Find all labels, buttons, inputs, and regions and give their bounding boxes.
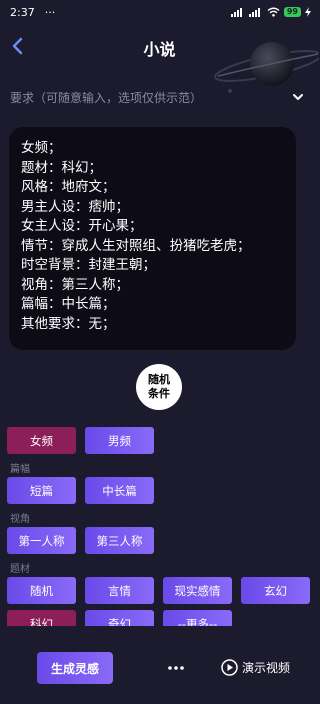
signal-icon-2 [248, 7, 260, 17]
header: 小说 [0, 24, 319, 93]
prompt-line-perspective: 视角：第三人称； [21, 276, 129, 293]
chip-third-person[interactable]: 第三人称 [85, 527, 154, 554]
random-label-line1: 随机 [148, 373, 170, 386]
signal-icon [230, 7, 242, 17]
section-label-theme: 题材 [10, 564, 30, 575]
battery-indicator: 99 [283, 7, 301, 17]
prompt-line-plot: 情节：穿成人生对照组、扮猪吃老虎； [21, 237, 251, 254]
chip-fantasy-xuanhuan[interactable]: 玄幻 [241, 577, 310, 604]
demo-video-label: 演示视频 [242, 660, 291, 675]
chip-romance[interactable]: 言情 [85, 577, 154, 604]
random-condition-button[interactable]: 随机 条件 [136, 364, 182, 410]
section-label-perspective: 视角 [10, 514, 30, 525]
prompt-line-other: 其他要求：无； [21, 315, 116, 332]
section-label-length: 篇幅 [10, 464, 30, 475]
random-label-line2: 条件 [148, 387, 170, 400]
options-panel: 女频 男频 篇幅 短篇 中长篇 视角 第一人称 第三人称 题材 随机 言情 现实… [0, 420, 319, 626]
play-circle-icon [221, 658, 238, 676]
chip-scifi[interactable]: 科幻 [7, 610, 76, 626]
prompt-line-male-lead: 男主人设：痞帅； [21, 198, 129, 215]
requirement-selector[interactable]: 要求（可随意输入，选项仅供示范） [10, 86, 305, 108]
chip-first-person[interactable]: 第一人称 [7, 527, 76, 554]
chip-more[interactable]: --更多-- [163, 610, 232, 626]
generate-inspiration-button[interactable]: 生成灵感 [37, 652, 113, 684]
bolt-icon [305, 7, 311, 17]
chip-short[interactable]: 短篇 [7, 477, 76, 504]
more-dots-icon[interactable] [166, 658, 186, 678]
prompt-line-setting: 时空背景：封建王朝； [21, 257, 156, 273]
status-bar: 2:37 ··· 99 [0, 0, 319, 24]
chip-female[interactable]: 女频 [7, 427, 76, 454]
prompt-line-gender: 女频； [21, 140, 62, 156]
wifi-icon [267, 7, 280, 17]
prompt-line-female-lead: 女主人设：开心果； [21, 218, 143, 234]
prompt-text-area[interactable]: 女频； 题材：科幻； 风格：地府文； 男主人设：痞帅； 女主人设：开心果； 情节… [9, 127, 296, 350]
prompt-line-theme: 题材：科幻； [21, 159, 102, 176]
chip-realistic-romance[interactable]: 现实感情 [163, 577, 232, 604]
chip-medium-long[interactable]: 中长篇 [85, 477, 154, 504]
bottom-bar: 生成灵感 演示视频 [0, 640, 319, 704]
chevron-down-icon[interactable] [291, 90, 305, 104]
prompt-line-length: 篇幅：中长篇； [21, 296, 116, 312]
chip-fantasy[interactable]: 奇幻 [85, 610, 154, 626]
status-dots: ··· [44, 5, 56, 19]
chip-random[interactable]: 随机 [7, 577, 76, 604]
chip-male[interactable]: 男频 [85, 427, 154, 454]
demo-video-button[interactable]: 演示视频 [221, 657, 290, 677]
requirement-hint: 要求（可随意输入，选项仅供示范） [10, 90, 203, 105]
prompt-line-style: 风格：地府文； [21, 179, 116, 195]
status-time: 2:37 [10, 5, 35, 19]
